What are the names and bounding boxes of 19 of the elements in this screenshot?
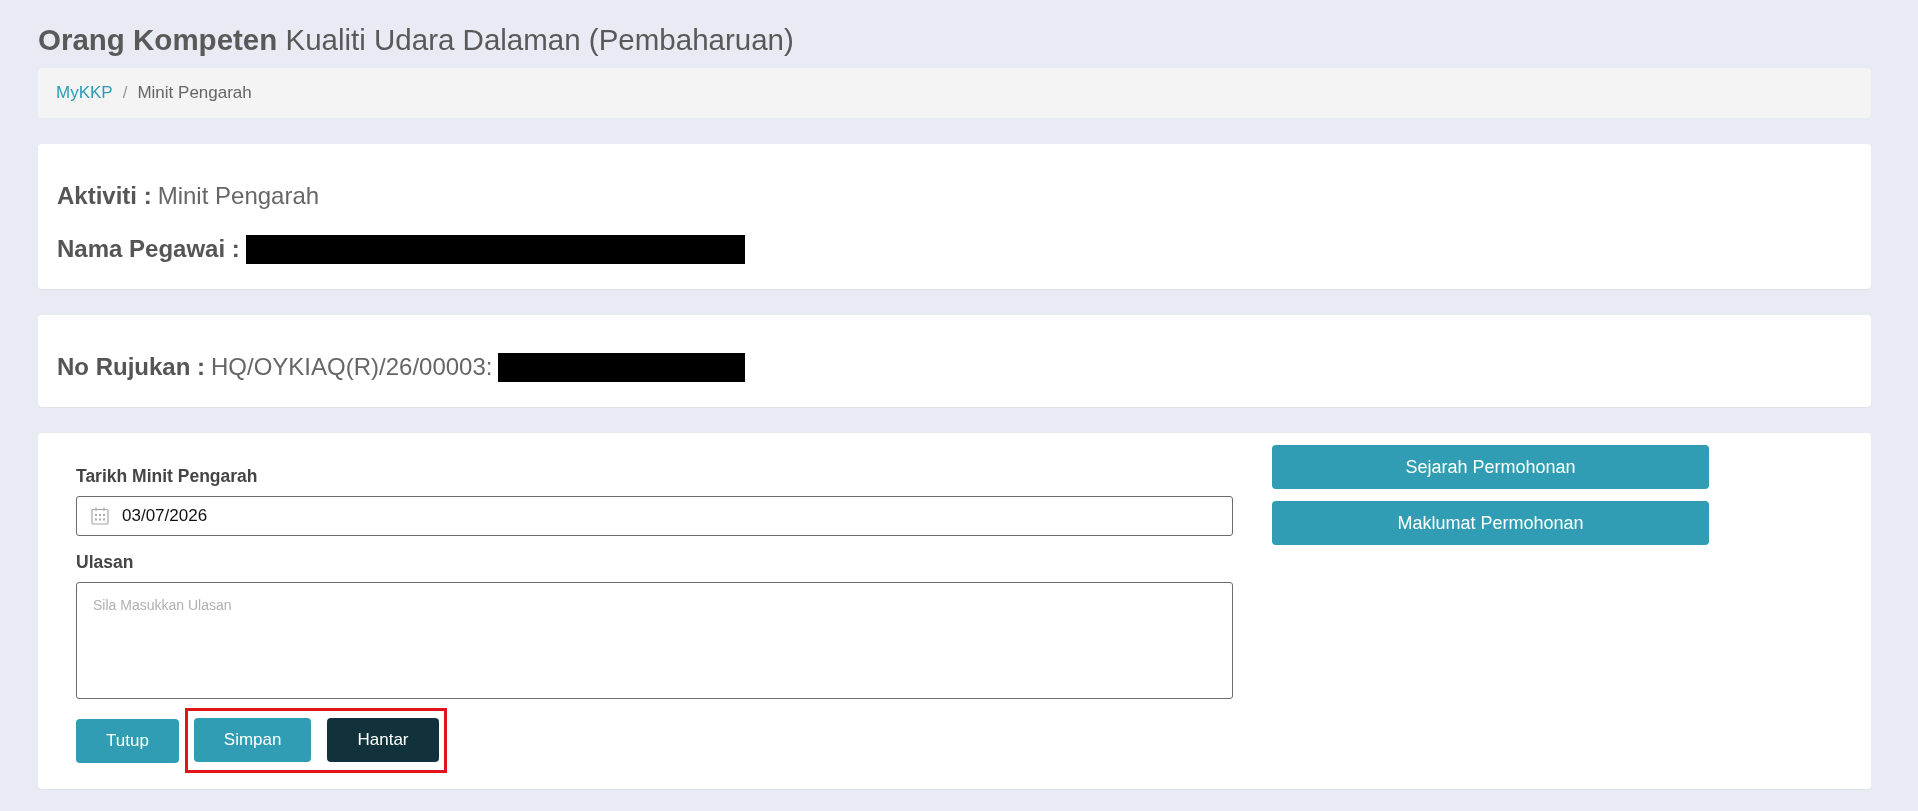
- field-label: Tarikh Minit Pengarah: [76, 466, 258, 486]
- field-label: Aktiviti :: [57, 181, 152, 211]
- field-label: Ulasan: [76, 552, 134, 572]
- field-label: Nama Pegawai :: [57, 234, 240, 264]
- breadcrumb-link[interactable]: MyKKP: [56, 83, 113, 103]
- page-title: Orang Kompeten Kualiti Udara Dalaman (Pembaharuan): [38, 23, 794, 57]
- action-button[interactable]: Simpan: [193, 718, 312, 762]
- breadcrumb-current: Minit Pengarah: [137, 83, 252, 103]
- side-button[interactable]: Sejarah Permohonan: [1272, 445, 1709, 489]
- side-button[interactable]: Maklumat Permohonan: [1272, 501, 1709, 545]
- field-value: Minit Pengarah: [157, 181, 320, 211]
- action-button[interactable]: Hantar: [327, 718, 439, 762]
- field-label: No Rujukan :: [57, 352, 205, 382]
- action-button[interactable]: Tutup: [76, 718, 179, 763]
- date-input-field[interactable]: 03/07/2026: [76, 496, 1233, 536]
- calendar-icon: [91, 507, 109, 525]
- field-value: HQ/OYKIAQ(R)/26/00003:: [211, 352, 493, 382]
- breadcrumb-separator: /: [122, 83, 128, 103]
- comment-field[interactable]: Sila Masukkan Ulasan: [76, 582, 1233, 699]
